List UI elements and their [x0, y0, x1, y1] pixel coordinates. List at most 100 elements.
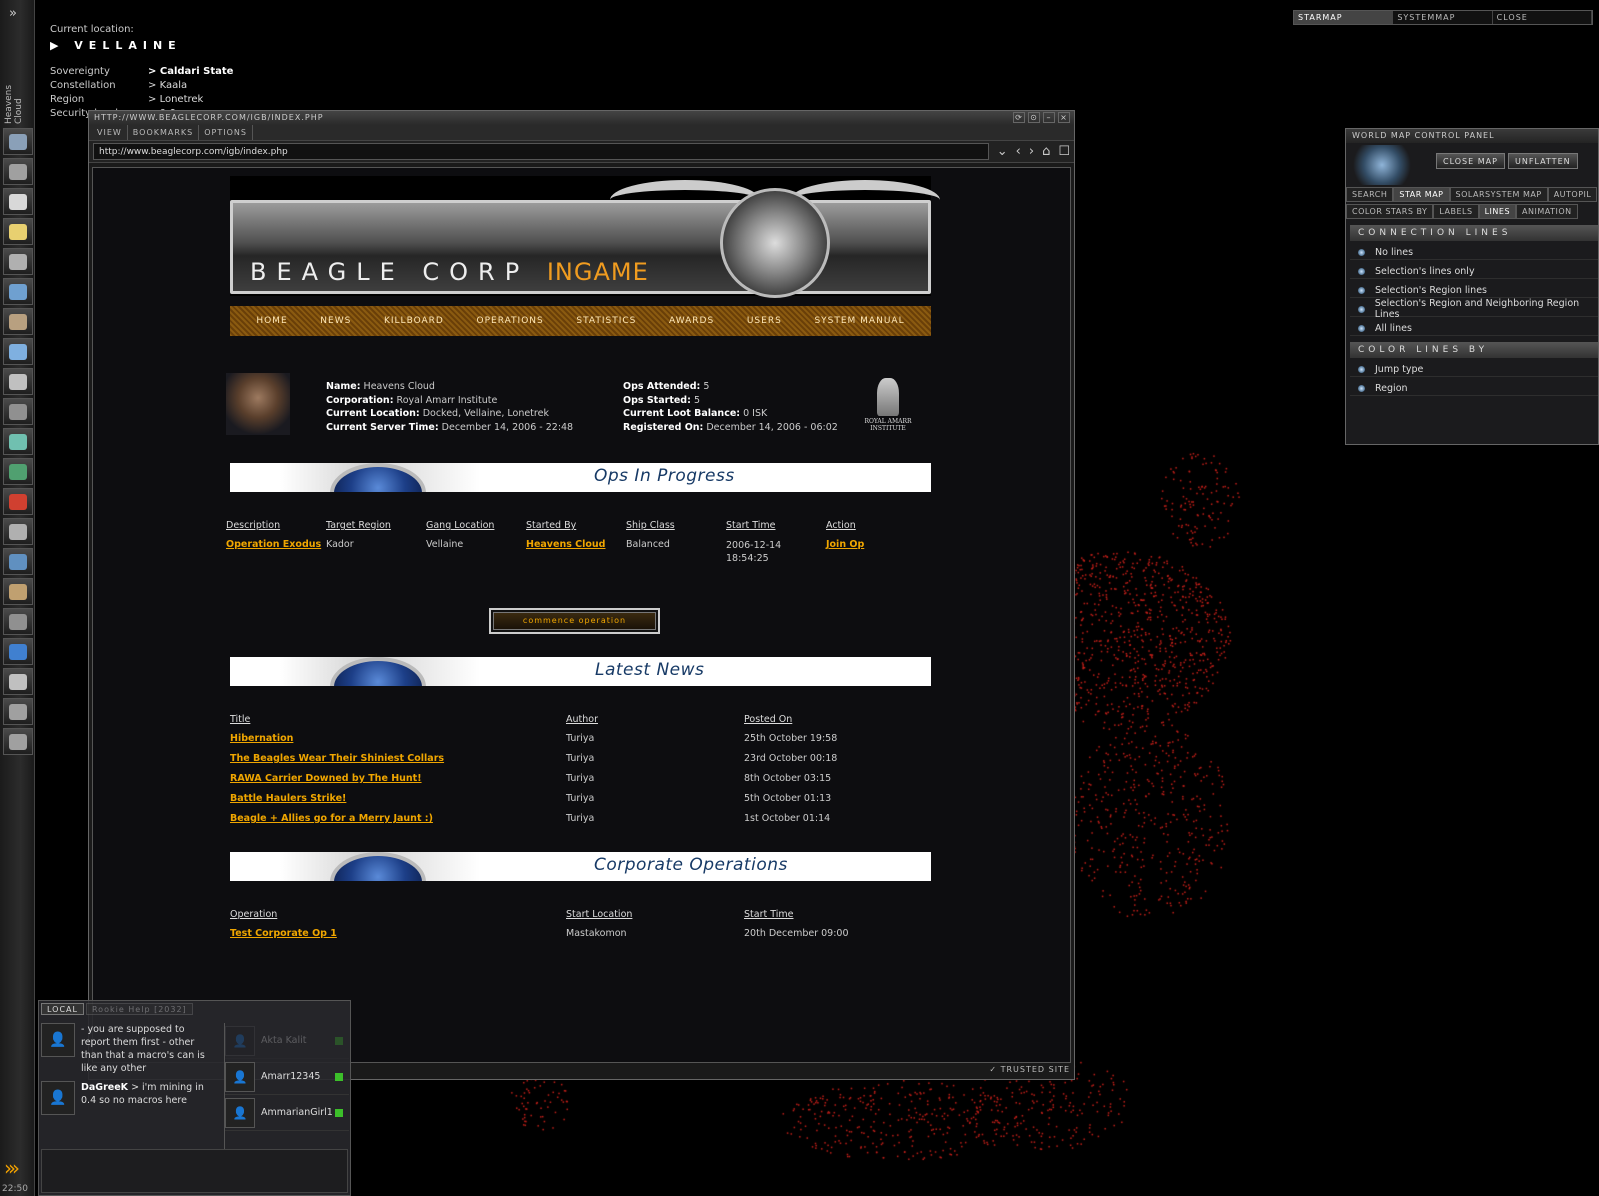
- neocom-button[interactable]: [3, 668, 33, 695]
- neocom-button[interactable]: [3, 428, 33, 455]
- pilot-name[interactable]: Heavens Cloud: [4, 58, 24, 124]
- ops-column-header[interactable]: Started By: [526, 520, 576, 531]
- map-tab-systemmap[interactable]: SYSTEMMAP: [1393, 11, 1493, 24]
- nav-killboard[interactable]: KILLBOARD: [384, 316, 444, 326]
- news-column-header[interactable]: Author: [566, 714, 598, 725]
- news-title-link[interactable]: The Beagles Wear Their Shiniest Collars: [230, 753, 444, 764]
- map-tab-close[interactable]: CLOSE: [1493, 11, 1592, 24]
- corp-ops-column-header[interactable]: Start Location: [566, 909, 632, 920]
- neocom-menu-icon[interactable]: ›››: [4, 1156, 20, 1180]
- corp-ops-column-header[interactable]: Start Time: [744, 909, 793, 920]
- avatar-icon[interactable]: 👤: [41, 1023, 75, 1057]
- ops-column-header[interactable]: Target Region: [326, 520, 391, 531]
- radio-icon[interactable]: [1358, 286, 1365, 294]
- map-tab-starmap[interactable]: STARMAP: [1294, 11, 1394, 24]
- location-value[interactable]: > Caldari State: [148, 66, 233, 80]
- neocom-button[interactable]: [3, 458, 33, 485]
- wmcp-tab-star-map[interactable]: STAR MAP: [1393, 187, 1450, 202]
- dropdown-icon[interactable]: ⌄: [997, 144, 1008, 159]
- news-title-link[interactable]: Hibernation: [230, 733, 293, 744]
- neocom-button[interactable]: [3, 488, 33, 515]
- ops-cell-started-by[interactable]: Heavens Cloud: [526, 539, 605, 550]
- nav-users[interactable]: USERS: [747, 316, 782, 326]
- neocom-button[interactable]: [3, 578, 33, 605]
- radio-icon[interactable]: [1358, 324, 1365, 332]
- back-icon[interactable]: ‹: [1016, 144, 1021, 159]
- radio-icon[interactable]: [1358, 384, 1365, 392]
- avatar-icon[interactable]: 👤: [41, 1081, 75, 1115]
- neocom-button[interactable]: [3, 128, 33, 155]
- radio-icon[interactable]: [1358, 267, 1365, 275]
- wmcp-radio-option[interactable]: Selection's Region lines: [1350, 279, 1598, 298]
- commence-operation-button[interactable]: commence operation: [489, 608, 660, 634]
- neocom-button[interactable]: [3, 278, 33, 305]
- url-input[interactable]: http://www.beaglecorp.com/igb/index.php: [93, 143, 989, 160]
- chat-member[interactable]: 👤 AmmarianGirl1: [225, 1095, 349, 1131]
- wmcp-tab-solarsystem-map[interactable]: SOLARSYSTEM MAP: [1449, 187, 1548, 202]
- menu-view[interactable]: VIEW: [92, 125, 128, 140]
- chat-tab[interactable]: LOCAL: [41, 1003, 84, 1015]
- ops-cell-description[interactable]: Operation Exodus: [226, 539, 321, 550]
- news-title-link[interactable]: RAWA Carrier Downed by The Hunt!: [230, 773, 422, 784]
- news-title-link[interactable]: Beagle + Allies go for a Merry Jaunt :): [230, 813, 433, 824]
- nav-home[interactable]: HOME: [256, 316, 287, 326]
- close-icon[interactable]: ×: [1058, 112, 1070, 123]
- wmcp-tab-color-stars-by[interactable]: COLOR STARS BY: [1346, 204, 1434, 219]
- news-title-link[interactable]: Battle Haulers Strike!: [230, 793, 346, 804]
- corp-op-link[interactable]: Test Corporate Op 1: [230, 928, 337, 939]
- chat-member[interactable]: 👤 Amarr12345: [225, 1059, 349, 1095]
- system-name[interactable]: ▶ VELLAINE: [50, 39, 290, 52]
- radio-icon[interactable]: [1358, 365, 1365, 373]
- nav-system-manual[interactable]: SYSTEM MANUAL: [814, 316, 904, 326]
- neocom-button[interactable]: [3, 608, 33, 635]
- wmcp-radio-option[interactable]: No lines: [1350, 241, 1598, 260]
- chat-tab[interactable]: Rookie Help [2032]: [85, 1003, 193, 1015]
- expand-neocom-icon[interactable]: »: [9, 6, 17, 21]
- wmcp-radio-option[interactable]: Jump type: [1350, 358, 1598, 377]
- refresh-icon[interactable]: ⟳: [1013, 112, 1025, 123]
- minimize-icon[interactable]: –: [1043, 112, 1055, 123]
- location-value[interactable]: > Lonetrek: [148, 94, 203, 108]
- wmcp-tab-animation[interactable]: ANIMATION: [1516, 204, 1578, 219]
- corp-ops-column-header[interactable]: Operation: [230, 909, 277, 920]
- neocom-button[interactable]: [3, 308, 33, 335]
- wmcp-radio-option[interactable]: Region: [1350, 377, 1598, 396]
- chat-input[interactable]: [41, 1149, 348, 1193]
- menu-options[interactable]: OPTIONS: [199, 125, 253, 140]
- ops-column-header[interactable]: Description: [226, 520, 280, 531]
- ops-column-header[interactable]: Action: [826, 520, 856, 531]
- wmcp-tab-lines[interactable]: LINES: [1478, 204, 1517, 219]
- settings-icon[interactable]: ⊙: [1028, 112, 1040, 123]
- neocom-button[interactable]: [3, 638, 33, 665]
- nav-awards[interactable]: AWARDS: [669, 316, 714, 326]
- neocom-button[interactable]: [3, 248, 33, 275]
- radio-icon[interactable]: [1358, 248, 1365, 256]
- neocom-button[interactable]: [3, 398, 33, 425]
- news-column-header[interactable]: Posted On: [744, 714, 792, 725]
- neocom-button[interactable]: [3, 518, 33, 545]
- wmcp-titlebar[interactable]: WORLD MAP CONTROL PANEL: [1346, 129, 1598, 143]
- ops-cell-action[interactable]: Join Op: [826, 539, 864, 550]
- ops-column-header[interactable]: Start Time: [726, 520, 775, 531]
- news-column-header[interactable]: Title: [230, 714, 250, 725]
- wmcp-tab-labels[interactable]: LABELS: [1433, 204, 1479, 219]
- wmcp-tab-search[interactable]: SEARCH: [1346, 187, 1394, 202]
- wmcp-radio-option[interactable]: Selection's lines only: [1350, 260, 1598, 279]
- menu-bookmarks[interactable]: BOOKMARKS: [128, 125, 200, 140]
- ops-column-header[interactable]: Gang Location: [426, 520, 494, 531]
- wmcp-tab-autopil[interactable]: AUTOPIL: [1547, 187, 1598, 202]
- close-map-button[interactable]: CLOSE MAP: [1436, 153, 1505, 169]
- home-icon[interactable]: ⌂: [1042, 144, 1050, 159]
- chat-sender[interactable]: DaGreeK: [81, 1082, 128, 1093]
- chat-member[interactable]: 👤 Akta Kalit: [225, 1023, 349, 1059]
- wmcp-radio-option[interactable]: Selection's Region and Neighboring Regio…: [1350, 298, 1598, 320]
- browser-titlebar[interactable]: HTTP://WWW.BEAGLECORP.COM/IGB/INDEX.PHP …: [89, 111, 1074, 125]
- neocom-button[interactable]: [3, 188, 33, 215]
- neocom-button[interactable]: [3, 158, 33, 185]
- neocom-button[interactable]: [3, 338, 33, 365]
- radio-icon[interactable]: [1358, 305, 1365, 313]
- bookmark-icon[interactable]: ☐: [1058, 144, 1070, 159]
- forward-icon[interactable]: ›: [1029, 144, 1034, 159]
- neocom-button[interactable]: [3, 548, 33, 575]
- neocom-button[interactable]: [3, 368, 33, 395]
